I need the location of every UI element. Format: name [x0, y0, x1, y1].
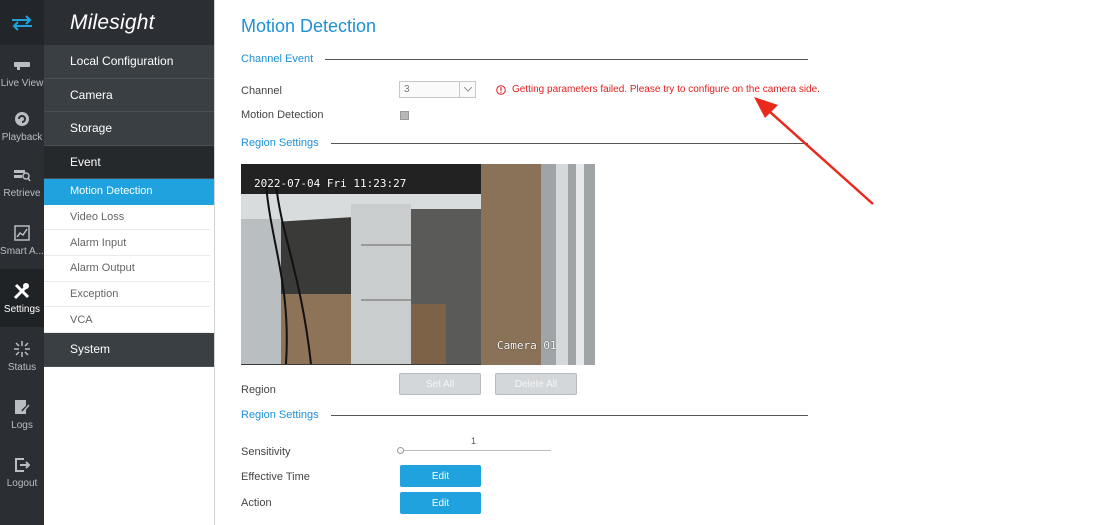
rail-label: Logs: [11, 420, 33, 431]
set-all-button[interactable]: Set All: [399, 373, 481, 395]
camera-preview[interactable]: 2022-07-04 Fri 11:23:27 Camera 01: [241, 164, 595, 365]
left-nav-rail: Live View Playback Retrieve Smart A... S…: [0, 0, 44, 525]
menu-local-configuration[interactable]: Local Configuration: [44, 45, 214, 79]
sensitivity-value: 1: [471, 436, 477, 446]
logs-icon: [15, 400, 30, 414]
page-title: Motion Detection: [241, 16, 377, 36]
preview-timestamp: 2022-07-04 Fri 11:23:27: [254, 177, 407, 190]
playback-icon: [15, 112, 29, 126]
swap-toggle[interactable]: [0, 0, 44, 45]
rail-label: Playback: [1, 132, 43, 143]
rail-label: Logout: [6, 478, 38, 489]
rail-item-live-view[interactable]: Live View: [0, 45, 44, 99]
rail-label: Smart A...: [0, 246, 44, 257]
section-region-settings-2: Region Settings: [241, 409, 808, 421]
annotation-arrow: [754, 97, 874, 205]
rail-label: Status: [7, 362, 37, 373]
channel-select[interactable]: 3: [399, 81, 476, 98]
channel-select-value: 3: [404, 84, 410, 95]
menu-item-alarm-output[interactable]: Alarm Output: [44, 256, 210, 282]
menu-item-video-loss[interactable]: Video Loss: [44, 205, 210, 231]
brand-logo: Milesight: [44, 0, 214, 45]
action-label: Action: [241, 497, 272, 509]
sensitivity-slider[interactable]: [397, 447, 551, 454]
live-view-icon: [14, 62, 30, 70]
motion-detection-label: Motion Detection: [241, 109, 324, 121]
rail-item-logs[interactable]: Logs: [0, 385, 44, 443]
rail-label: Live View: [0, 78, 44, 89]
swap-arrows-icon: [12, 14, 32, 31]
slider-handle[interactable]: [397, 447, 404, 454]
rail-item-settings[interactable]: Settings: [0, 269, 44, 327]
side-menu: Milesight Local Configuration Camera Sto…: [44, 0, 215, 525]
rail-item-smart-analytics[interactable]: Smart A...: [0, 211, 44, 269]
settings-icon: [13, 283, 30, 300]
preview-camera-name: Camera 01: [497, 339, 557, 352]
rail-label: Retrieve: [3, 188, 41, 199]
delete-all-button[interactable]: Delete All: [495, 373, 577, 395]
region-label: Region: [241, 384, 276, 396]
sensitivity-label: Sensitivity: [241, 446, 291, 458]
warning-icon: [496, 84, 506, 95]
section-divider: [330, 414, 808, 416]
section-title: Region Settings: [241, 137, 319, 149]
channel-label: Channel: [241, 85, 282, 97]
action-edit-button[interactable]: Edit: [400, 492, 481, 514]
status-icon: [14, 341, 30, 357]
section-title: Region Settings: [241, 409, 319, 421]
menu-storage[interactable]: Storage: [44, 112, 214, 146]
menu-system[interactable]: System: [44, 333, 214, 367]
menu-item-alarm-input[interactable]: Alarm Input: [44, 230, 210, 257]
menu-item-vca[interactable]: VCA: [44, 307, 210, 334]
camera-scene: [241, 164, 595, 365]
logout-icon: [15, 458, 30, 472]
rail-item-logout[interactable]: Logout: [0, 443, 44, 501]
rail-item-retrieve[interactable]: Retrieve: [0, 153, 44, 211]
retrieve-icon: [14, 170, 31, 182]
section-region-settings: Region Settings: [241, 137, 808, 149]
rail-label: Settings: [3, 304, 41, 315]
effective-time-label: Effective Time: [241, 471, 310, 483]
smart-analytics-icon: [14, 225, 30, 241]
menu-camera[interactable]: Camera: [44, 78, 214, 112]
section-divider: [325, 58, 808, 60]
chevron-down-icon: [459, 82, 475, 97]
section-channel-event: Channel Event: [241, 53, 808, 65]
motion-detection-checkbox[interactable]: [400, 111, 409, 120]
rail-item-playback[interactable]: Playback: [0, 99, 44, 153]
menu-item-exception[interactable]: Exception: [44, 282, 210, 308]
main-content: Motion Detection Channel Event Channel 3…: [216, 0, 1109, 525]
menu-event[interactable]: Event: [44, 145, 214, 179]
rail-item-status[interactable]: Status: [0, 327, 44, 385]
section-title: Channel Event: [241, 53, 314, 65]
menu-item-motion-detection[interactable]: Motion Detection: [44, 179, 214, 205]
effective-time-edit-button[interactable]: Edit: [400, 465, 481, 487]
